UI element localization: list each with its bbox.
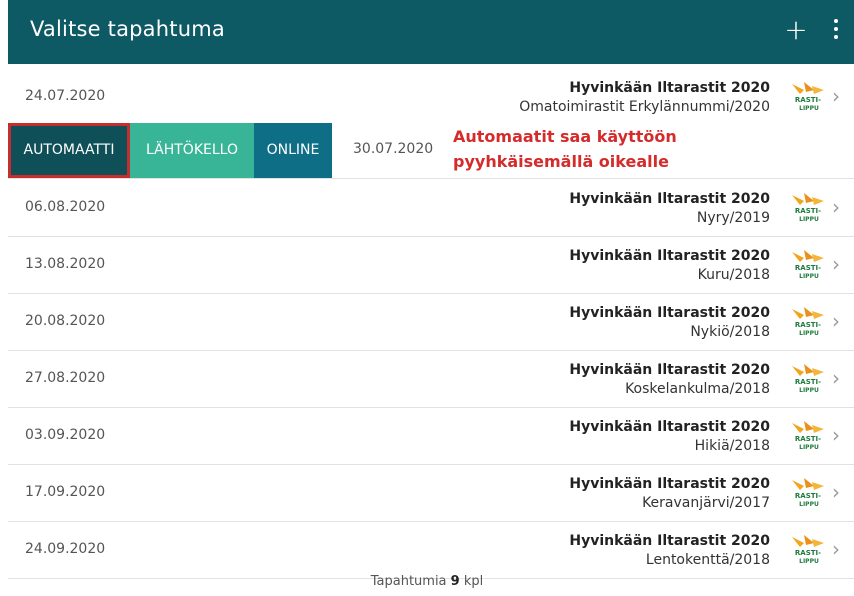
list-item[interactable]: 17.09.2020 Hyvinkään Iltarastit 2020 Kera… bbox=[8, 465, 854, 522]
event-info: Hyvinkään Iltarastit 2020 Omatoimirastit… bbox=[519, 79, 770, 117]
event-info: Hyvinkään Iltarastit 2020 Lentokenttä/201… bbox=[569, 532, 770, 570]
event-place: Lentokenttä/2018 bbox=[645, 552, 770, 568]
event-place: Nyry/2019 bbox=[696, 210, 770, 226]
event-info: Hyvinkään Iltarastit 2020 Keravanjärvi/20… bbox=[569, 475, 770, 513]
list-item[interactable]: 27.08.2020 Hyvinkään Iltarastit 2020 Kosk… bbox=[8, 351, 854, 408]
event-info: Hyvinkään Iltarastit 2020 Nykiö/2018 bbox=[569, 304, 770, 342]
rastilippu-logo: RASTI- LIPPU bbox=[792, 82, 824, 112]
more-vertical-icon[interactable] bbox=[828, 17, 844, 47]
event-name: Hyvinkään Iltarastit 2020 bbox=[569, 419, 770, 435]
svg-text:LIPPU: LIPPU bbox=[799, 501, 819, 508]
chevron-right-icon: › bbox=[832, 423, 840, 447]
event-date: 30.07.2020 bbox=[353, 141, 434, 157]
event-place: Hikiä/2018 bbox=[694, 438, 770, 454]
annotation-line-2: pyyhkäisemällä oikealle bbox=[453, 152, 669, 171]
event-info: Hyvinkään Iltarastit 2020 Nyry/2019 bbox=[569, 190, 770, 228]
app-bar: Valitse tapahtuma + bbox=[8, 0, 854, 64]
count-suffix: kpl bbox=[463, 574, 484, 589]
event-place: Koskelankulma/2018 bbox=[625, 381, 770, 397]
lahtokello-button[interactable]: LÄHTÖKELLO bbox=[130, 123, 254, 178]
svg-text:RASTI-: RASTI- bbox=[795, 321, 821, 329]
event-date: 13.08.2020 bbox=[25, 256, 106, 272]
svg-text:RASTI-: RASTI- bbox=[795, 549, 821, 557]
page-title: Valitse tapahtuma bbox=[30, 17, 225, 41]
event-date: 20.08.2020 bbox=[25, 313, 106, 329]
rastilippu-logo: RASTI-LIPPU bbox=[792, 478, 824, 508]
event-place: Keravanjärvi/2017 bbox=[642, 495, 770, 511]
event-name: Hyvinkään Iltarastit 2020 bbox=[569, 191, 770, 207]
event-info: Hyvinkään Iltarastit 2020 Kuru/2018 bbox=[569, 247, 770, 285]
chevron-right-icon: › bbox=[832, 366, 840, 390]
event-date: 24.09.2020 bbox=[25, 541, 106, 557]
event-name: Hyvinkään Iltarastit 2020 bbox=[569, 362, 770, 378]
event-name: Hyvinkään Iltarastit 2020 bbox=[569, 248, 770, 264]
svg-text:RASTI-: RASTI- bbox=[795, 492, 821, 500]
rastilippu-logo: RASTI-LIPPU bbox=[792, 307, 824, 337]
svg-text:LIPPU: LIPPU bbox=[799, 387, 819, 394]
count-prefix: Tapahtumia bbox=[370, 574, 447, 589]
chevron-right-icon: › bbox=[832, 309, 840, 333]
event-place: Omatoimirastit Erkylännummi/2020 bbox=[519, 99, 770, 115]
automaatti-button[interactable]: AUTOMAATTI bbox=[8, 123, 130, 178]
svg-text:LIPPU: LIPPU bbox=[799, 330, 819, 337]
annotation-line-1: Automaatit saa käyttöön bbox=[453, 127, 677, 146]
event-name: Hyvinkään Iltarastit 2020 bbox=[569, 533, 770, 549]
event-name: Hyvinkään Iltarastit 2020 bbox=[569, 80, 770, 96]
svg-text:RASTI-: RASTI- bbox=[795, 378, 821, 386]
event-info: Hyvinkään Iltarastit 2020 Hikiä/2018 bbox=[569, 418, 770, 456]
svg-text:LIPPU: LIPPU bbox=[799, 273, 819, 280]
event-count: Tapahtumia 9 kpl bbox=[0, 574, 854, 589]
event-place: Kuru/2018 bbox=[697, 267, 770, 283]
rastilippu-logo: RASTI-LIPPU bbox=[792, 421, 824, 451]
svg-text:RASTI-: RASTI- bbox=[795, 96, 821, 104]
chevron-right-icon: › bbox=[832, 195, 840, 219]
rastilippu-logo: RASTI-LIPPU bbox=[792, 535, 824, 565]
event-date: 24.07.2020 bbox=[25, 88, 106, 104]
event-date: 06.08.2020 bbox=[25, 199, 106, 215]
list-item[interactable]: 24.07.2020 Hyvinkään Iltarastit 2020 Oma… bbox=[8, 69, 854, 126]
rastilippu-logo: RASTI-LIPPU bbox=[792, 193, 824, 223]
rastilippu-logo: RASTI-LIPPU bbox=[792, 250, 824, 280]
event-name: Hyvinkään Iltarastit 2020 bbox=[569, 476, 770, 492]
chevron-right-icon: › bbox=[832, 252, 840, 276]
event-place: Nykiö/2018 bbox=[690, 324, 770, 340]
list-item[interactable]: 03.09.2020 Hyvinkään Iltarastit 2020 Hiki… bbox=[8, 408, 854, 465]
svg-text:RASTI-: RASTI- bbox=[795, 264, 821, 272]
svg-text:LIPPU: LIPPU bbox=[799, 216, 819, 223]
event-date: 27.08.2020 bbox=[25, 370, 106, 386]
list-item[interactable]: 13.08.2020 Hyvinkään Iltarastit 2020 Kuru… bbox=[8, 237, 854, 294]
list-item[interactable]: 20.08.2020 Hyvinkään Iltarastit 2020 Nyki… bbox=[8, 294, 854, 351]
event-date: 03.09.2020 bbox=[25, 427, 106, 443]
chevron-right-icon: › bbox=[832, 537, 840, 561]
plus-icon[interactable]: + bbox=[782, 12, 810, 48]
annotation-text: Automaatit saa käyttöön pyyhkäisemällä o… bbox=[453, 124, 677, 174]
event-date: 17.09.2020 bbox=[25, 484, 106, 500]
svg-text:RASTI-: RASTI- bbox=[795, 207, 821, 215]
list-item-swiped[interactable]: AUTOMAATTI LÄHTÖKELLO ONLINE 30.07.2020 bbox=[8, 123, 854, 179]
svg-text:LIPPU: LIPPU bbox=[799, 558, 819, 565]
chevron-right-icon: › bbox=[832, 480, 840, 504]
list-item[interactable]: 06.08.2020 Hyvinkään Iltarastit 2020 Nyry… bbox=[8, 180, 854, 237]
svg-text:RASTI-: RASTI- bbox=[795, 435, 821, 443]
online-button[interactable]: ONLINE bbox=[254, 123, 332, 178]
event-info: Hyvinkään Iltarastit 2020 Koskelankulma/2… bbox=[569, 361, 770, 399]
chevron-right-icon: › bbox=[832, 84, 840, 108]
list-item[interactable]: 24.09.2020 Hyvinkään Iltarastit 2020 Lent… bbox=[8, 522, 854, 579]
event-name: Hyvinkään Iltarastit 2020 bbox=[569, 305, 770, 321]
svg-text:LIPPU: LIPPU bbox=[799, 105, 819, 112]
svg-text:LIPPU: LIPPU bbox=[799, 444, 819, 451]
count-value: 9 bbox=[450, 574, 460, 589]
rastilippu-logo: RASTI-LIPPU bbox=[792, 364, 824, 394]
